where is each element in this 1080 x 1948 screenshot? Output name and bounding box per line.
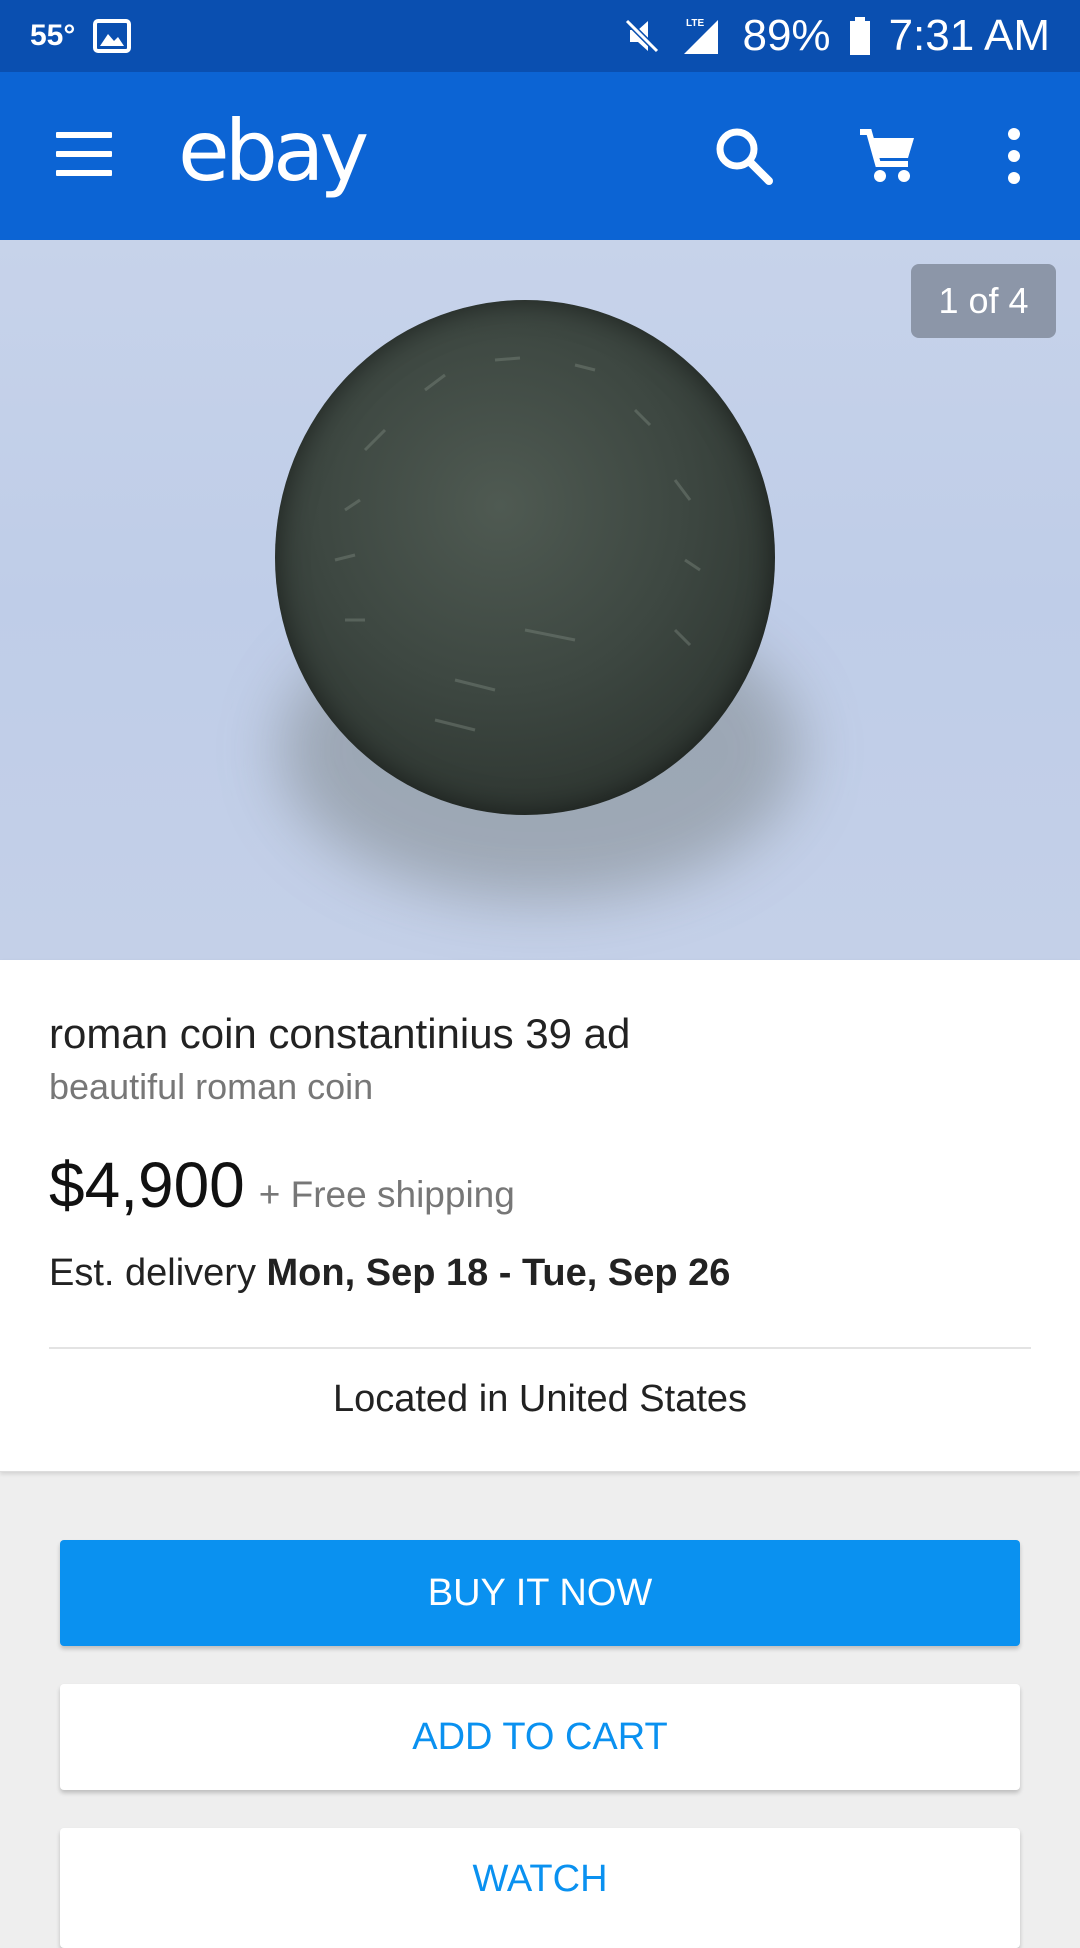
battery-percent: 89% [742,11,831,60]
status-bar: 55° LTE 89% 7:31 AM [0,0,1080,72]
watch-button[interactable]: WATCH [60,1828,1020,1948]
more-vert-icon[interactable] [986,124,1042,188]
coin-photo [275,300,775,815]
gallery-notification-icon [93,19,132,53]
add-to-cart-button[interactable]: ADD TO CART [60,1684,1020,1790]
ebay-logo[interactable]: ebay [178,102,369,200]
status-right: LTE 89% 7:31 AM [622,11,1050,61]
item-location: Located in United States [332,1378,748,1420]
signal-icon: LTE [680,16,724,56]
buy-it-now-button[interactable]: BUY IT NOW [60,1540,1020,1646]
search-icon[interactable] [712,124,776,188]
cart-icon[interactable] [856,124,920,188]
price-row: $4,900 + Free shipping [49,1148,515,1222]
menu-icon[interactable] [56,132,112,176]
delivery-estimate: Est. delivery Mon, Sep 18 - Tue, Sep 26 [49,1252,730,1295]
shipping-info: + Free shipping [258,1174,515,1215]
image-counter: 1 of 4 [911,264,1056,338]
listing-info-card: roman coin constantinius 39 ad beautiful… [0,960,1080,1472]
clock: 7:31 AM [888,11,1050,60]
temperature: 55° [30,19,76,52]
status-left: 55° [30,19,132,53]
battery-icon [849,17,871,55]
delivery-dates: Mon, Sep 18 - Tue, Sep 26 [266,1252,731,1294]
delivery-label: Est. delivery [49,1252,256,1294]
divider [49,1347,1031,1349]
listing-title: roman coin constantinius 39 ad [49,1010,631,1057]
price: $4,900 [49,1149,245,1221]
network-type: LTE [686,18,704,29]
listing-subtitle: beautiful roman coin [49,1066,374,1107]
mute-icon [622,16,662,56]
product-image[interactable]: 1 of 4 [0,240,1080,960]
app-bar: ebay [0,72,1080,240]
